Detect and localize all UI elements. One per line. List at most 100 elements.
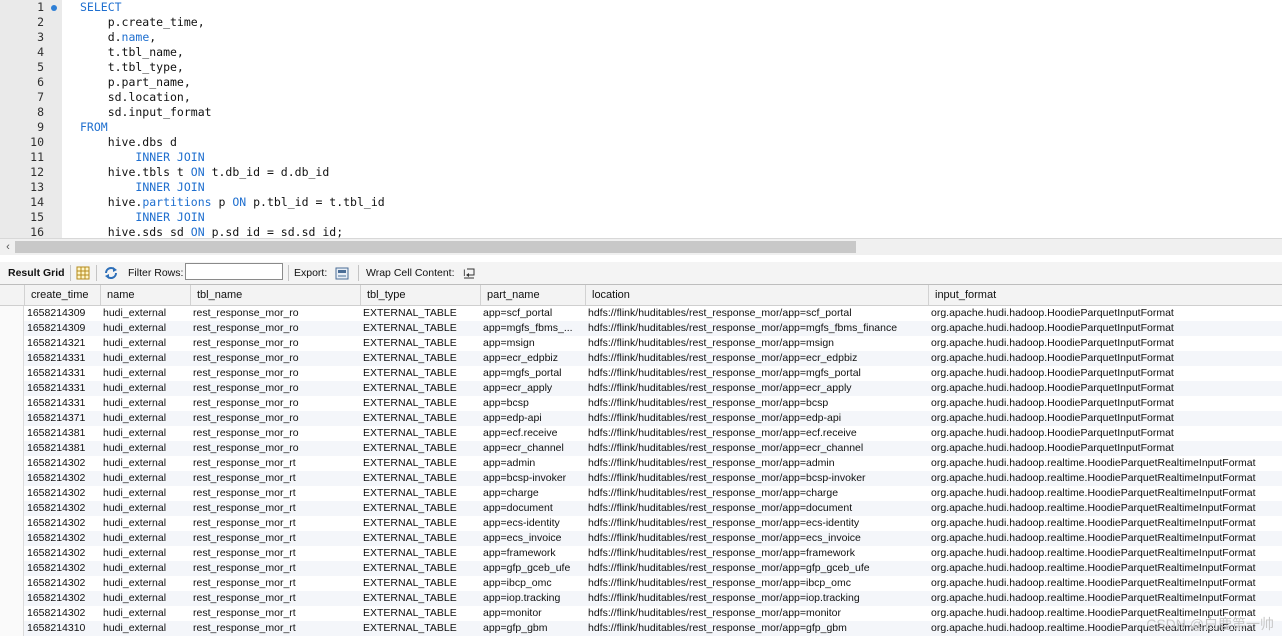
row-selector[interactable]	[0, 366, 24, 381]
table-cell[interactable]: org.apache.hudi.hadoop.HoodieParquetInpu…	[928, 441, 1282, 456]
table-cell[interactable]: 1658214302	[24, 516, 100, 531]
table-cell[interactable]: org.apache.hudi.hadoop.HoodieParquetInpu…	[928, 321, 1282, 336]
table-cell[interactable]: rest_response_mor_rt	[190, 501, 360, 516]
table-cell[interactable]: org.apache.hudi.hadoop.realtime.HoodiePa…	[928, 501, 1282, 516]
table-row[interactable]: 1658214321 hudi_external rest_response_mor…	[0, 336, 1282, 351]
table-cell[interactable]: org.apache.hudi.hadoop.HoodieParquetInpu…	[928, 366, 1282, 381]
table-cell[interactable]: 1658214331	[24, 351, 100, 366]
table-cell[interactable]: org.apache.hudi.hadoop.realtime.HoodiePa…	[928, 516, 1282, 531]
table-cell[interactable]: 1658214302	[24, 606, 100, 621]
table-cell[interactable]: 1658214371	[24, 411, 100, 426]
row-selector[interactable]	[0, 411, 24, 426]
table-cell[interactable]: rest_response_mor_ro	[190, 306, 360, 321]
table-cell[interactable]: rest_response_mor_rt	[190, 591, 360, 606]
table-cell[interactable]: rest_response_mor_ro	[190, 411, 360, 426]
table-cell[interactable]: hdfs://flink/huditables/rest_response_mo…	[585, 456, 928, 471]
table-cell[interactable]: app=ibcp_omc	[480, 576, 585, 591]
table-row[interactable]: 1658214302 hudi_external rest_response_mor…	[0, 546, 1282, 561]
table-cell[interactable]: 1658214331	[24, 381, 100, 396]
code-line[interactable]: sd.location,	[62, 90, 1282, 105]
table-cell[interactable]: app=ecs-identity	[480, 516, 585, 531]
table-cell[interactable]: hdfs://flink/huditables/rest_response_mo…	[585, 306, 928, 321]
row-selector[interactable]	[0, 441, 24, 456]
table-cell[interactable]: 1658214309	[24, 306, 100, 321]
table-cell[interactable]: EXTERNAL_TABLE	[360, 486, 480, 501]
table-row[interactable]: 1658214302 hudi_external rest_response_mor…	[0, 561, 1282, 576]
table-cell[interactable]: rest_response_mor_ro	[190, 396, 360, 411]
table-cell[interactable]: 1658214302	[24, 471, 100, 486]
table-row[interactable]: 1658214309 hudi_external rest_response_mor…	[0, 306, 1282, 321]
table-cell[interactable]: hudi_external	[100, 351, 190, 366]
table-cell[interactable]: EXTERNAL_TABLE	[360, 306, 480, 321]
table-cell[interactable]: rest_response_mor_rt	[190, 606, 360, 621]
code-line[interactable]: INNER JOIN	[62, 150, 1282, 165]
table-cell[interactable]: app=document	[480, 501, 585, 516]
row-selector[interactable]	[0, 576, 24, 591]
table-cell[interactable]: hdfs://flink/huditables/rest_response_mo…	[585, 606, 928, 621]
table-row[interactable]: 1658214302 hudi_external rest_response_mor…	[0, 486, 1282, 501]
table-cell[interactable]: 1658214331	[24, 366, 100, 381]
table-cell[interactable]: app=bcsp-invoker	[480, 471, 585, 486]
code-line[interactable]: hive.dbs d	[62, 135, 1282, 150]
column-header-create-time[interactable]: create_time	[24, 285, 100, 305]
table-cell[interactable]: hudi_external	[100, 441, 190, 456]
table-cell[interactable]: hdfs://flink/huditables/rest_response_mo…	[585, 576, 928, 591]
table-cell[interactable]: rest_response_mor_rt	[190, 456, 360, 471]
result-grid-tab[interactable]: Result Grid	[8, 262, 65, 284]
table-cell[interactable]: 1658214302	[24, 456, 100, 471]
table-row[interactable]: 1658214302 hudi_external rest_response_mor…	[0, 501, 1282, 516]
table-row[interactable]: 1658214381 hudi_external rest_response_mor…	[0, 441, 1282, 456]
table-cell[interactable]: hudi_external	[100, 546, 190, 561]
table-cell[interactable]: app=msign	[480, 336, 585, 351]
table-cell[interactable]: hdfs://flink/huditables/rest_response_mo…	[585, 531, 928, 546]
row-selector[interactable]	[0, 351, 24, 366]
table-cell[interactable]: org.apache.hudi.hadoop.HoodieParquetInpu…	[928, 426, 1282, 441]
table-cell[interactable]: rest_response_mor_ro	[190, 441, 360, 456]
table-cell[interactable]: hudi_external	[100, 306, 190, 321]
row-selector[interactable]	[0, 546, 24, 561]
table-cell[interactable]: hdfs://flink/huditables/rest_response_mo…	[585, 411, 928, 426]
table-cell[interactable]: org.apache.hudi.hadoop.realtime.HoodiePa…	[928, 546, 1282, 561]
table-cell[interactable]: EXTERNAL_TABLE	[360, 426, 480, 441]
table-cell[interactable]: hdfs://flink/huditables/rest_response_mo…	[585, 366, 928, 381]
table-cell[interactable]: 1658214381	[24, 441, 100, 456]
table-cell[interactable]: hdfs://flink/huditables/rest_response_mo…	[585, 441, 928, 456]
table-cell[interactable]: 1658214310	[24, 621, 100, 636]
row-selector[interactable]	[0, 501, 24, 516]
table-cell[interactable]: hudi_external	[100, 396, 190, 411]
table-cell[interactable]: hudi_external	[100, 531, 190, 546]
table-cell[interactable]: hudi_external	[100, 471, 190, 486]
table-cell[interactable]: rest_response_mor_rt	[190, 516, 360, 531]
code-line[interactable]: t.tbl_name,	[62, 45, 1282, 60]
row-selector[interactable]	[0, 486, 24, 501]
column-header-part-name[interactable]: part_name	[480, 285, 585, 305]
table-row[interactable]: 1658214381 hudi_external rest_response_mor…	[0, 426, 1282, 441]
table-cell[interactable]: rest_response_mor_rt	[190, 486, 360, 501]
table-cell[interactable]: EXTERNAL_TABLE	[360, 411, 480, 426]
row-selector[interactable]	[0, 471, 24, 486]
scroll-left-arrow-icon[interactable]: ‹	[2, 240, 14, 254]
table-cell[interactable]: app=framework	[480, 546, 585, 561]
table-cell[interactable]: app=monitor	[480, 606, 585, 621]
table-cell[interactable]: rest_response_mor_rt	[190, 471, 360, 486]
table-cell[interactable]: EXTERNAL_TABLE	[360, 531, 480, 546]
table-cell[interactable]: app=gfp_gbm	[480, 621, 585, 636]
table-cell[interactable]: rest_response_mor_rt	[190, 531, 360, 546]
table-cell[interactable]: app=mgfs_portal	[480, 366, 585, 381]
row-selector[interactable]	[0, 531, 24, 546]
table-row[interactable]: 1658214309 hudi_external rest_response_mor…	[0, 321, 1282, 336]
code-line[interactable]: SELECT	[62, 0, 1282, 15]
table-row[interactable]: 1658214331 hudi_external rest_response_mor…	[0, 381, 1282, 396]
table-cell[interactable]: rest_response_mor_rt	[190, 546, 360, 561]
table-row[interactable]: 1658214331 hudi_external rest_response_mor…	[0, 396, 1282, 411]
table-cell[interactable]: org.apache.hudi.hadoop.HoodieParquetInpu…	[928, 381, 1282, 396]
table-cell[interactable]: 1658214309	[24, 321, 100, 336]
code-line[interactable]: t.tbl_type,	[62, 60, 1282, 75]
table-cell[interactable]: app=charge	[480, 486, 585, 501]
table-cell[interactable]: org.apache.hudi.hadoop.realtime.HoodiePa…	[928, 456, 1282, 471]
table-cell[interactable]: hdfs://flink/huditables/rest_response_mo…	[585, 321, 928, 336]
table-cell[interactable]: EXTERNAL_TABLE	[360, 456, 480, 471]
table-row[interactable]: 1658214302 hudi_external rest_response_mor…	[0, 606, 1282, 621]
table-cell[interactable]: org.apache.hudi.hadoop.realtime.HoodiePa…	[928, 471, 1282, 486]
table-cell[interactable]: hudi_external	[100, 516, 190, 531]
